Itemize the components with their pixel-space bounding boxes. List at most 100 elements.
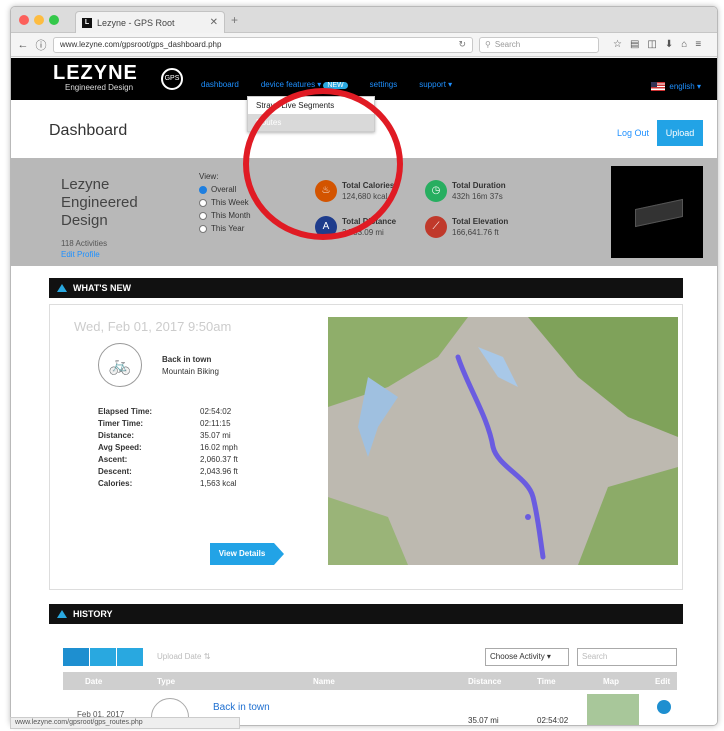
menu-device-features-label: device features ▾ <box>260 80 322 89</box>
stat-total-calories: ♨ Total Calories 124,680 kcal <box>315 180 394 202</box>
lezyne-logo[interactable]: LEZYNE Engineered Design <box>53 63 138 92</box>
history-title: HISTORY <box>73 609 113 619</box>
stat-value: 166,641.76 ft <box>452 228 499 237</box>
dropdown-item-routes[interactable]: Routes <box>248 114 374 131</box>
status-bar-url: www.lezyne.com/gpsroot/gps_routes.php <box>10 717 240 729</box>
choose-activity-select[interactable]: Choose Activity ▾ <box>485 648 569 666</box>
view-option-overall[interactable]: Overall <box>199 183 251 196</box>
reading-list-icon[interactable]: ▤ <box>630 39 639 50</box>
browser-search-field[interactable]: ⚲ Search <box>479 36 599 53</box>
stat-label: Total Distance <box>342 217 397 226</box>
radio-icon[interactable] <box>199 224 207 233</box>
upload-button[interactable]: Upload <box>657 120 703 146</box>
column-type[interactable]: Type <box>157 677 175 686</box>
download-icon[interactable]: ⬇ <box>665 39 673 50</box>
menu-dashboard[interactable]: dashboard <box>201 80 239 89</box>
browser-search-placeholder: Search <box>494 40 521 49</box>
reload-icon[interactable]: ↻ <box>458 39 466 50</box>
metric-row: Descent: 2,043.96 ft <box>98 467 238 479</box>
column-distance[interactable]: Distance <box>468 677 501 686</box>
history-search-input[interactable]: Search <box>577 648 677 666</box>
calendar-view-icon[interactable] <box>117 648 143 666</box>
stat-total-elevation: ⟋ Total Elevation 166,641.76 ft <box>425 216 508 238</box>
info-icon[interactable]: ⓘ <box>35 37 47 53</box>
grid-view-icon[interactable] <box>63 648 89 666</box>
metric-value: 02:54:02 <box>200 407 232 416</box>
menu-device-features[interactable]: device features ▾ NEW <box>261 80 348 89</box>
browser-window: L Lezyne - GPS Root ✕ + ← ⓘ www.lezyne.c… <box>10 6 718 726</box>
column-time[interactable]: Time <box>537 677 556 686</box>
list-view-icon[interactable] <box>90 648 116 666</box>
row-activity-name-link[interactable]: Back in town <box>213 702 270 713</box>
close-tab-icon[interactable]: ✕ <box>210 17 218 28</box>
activity-title: Back in town <box>162 355 212 364</box>
view-option-label: This Month <box>211 211 251 220</box>
main-menu: dashboard device features ▾ NEW settings … <box>201 80 452 89</box>
view-option-month[interactable]: This Month <box>199 209 251 222</box>
metric-value: 2,060.37 ft <box>200 455 238 464</box>
language-label: english ▾ <box>669 82 701 91</box>
radio-icon[interactable] <box>199 198 207 207</box>
back-icon[interactable]: ← <box>17 39 29 51</box>
close-window-button[interactable] <box>19 15 29 25</box>
elevation-icon: ⟋ <box>425 216 447 238</box>
radio-selected-icon[interactable] <box>199 185 207 194</box>
new-tab-button[interactable]: + <box>231 13 238 27</box>
edit-icon[interactable] <box>657 700 671 714</box>
brand-wordmark: LEZYNE <box>53 62 138 84</box>
view-option-week[interactable]: This Week <box>199 196 251 209</box>
row-time: 02:54:02 <box>537 716 569 725</box>
stat-label: Total Elevation <box>452 217 509 226</box>
web-page: LEZYNE Engineered Design GPS dashboard d… <box>11 58 717 725</box>
view-details-button[interactable]: View Details <box>210 543 284 565</box>
stat-value: 2,753.09 mi <box>342 228 384 237</box>
gps-root-badge: GPS <box>161 68 183 90</box>
window-controls <box>19 15 59 25</box>
metric-value: 1,563 kcal <box>200 479 237 488</box>
activity-route-map[interactable] <box>328 317 678 565</box>
menu-icon[interactable]: ≡ <box>695 39 701 50</box>
navigation-bar: ← ⓘ www.lezyne.com/gpsroot/gps_dashboard… <box>11 33 717 57</box>
us-flag-icon <box>651 82 666 91</box>
zoom-window-button[interactable] <box>49 15 59 25</box>
history-header: HISTORY <box>49 604 683 624</box>
row-distance: 35.07 mi <box>468 716 499 725</box>
row-map-thumbnail[interactable] <box>587 694 639 725</box>
language-selector[interactable]: english ▾ <box>651 82 701 91</box>
metric-value: 35.07 mi <box>200 431 231 440</box>
brand-tagline: Engineered Design <box>65 83 134 92</box>
toolbar-icons: ☆ ▤ ◫ ⬇ ⌂ ≡ <box>613 39 701 50</box>
gps-device-image <box>611 166 703 258</box>
page-title: Dashboard <box>49 122 128 139</box>
metric-label: Ascent: <box>98 455 128 464</box>
history-table-header: Date Type Name Distance Time Map Edit <box>63 672 677 690</box>
address-bar[interactable]: www.lezyne.com/gpsroot/gps_dashboard.php… <box>53 36 473 53</box>
browser-tab[interactable]: L Lezyne - GPS Root ✕ <box>75 11 225 33</box>
logout-link[interactable]: Log Out <box>617 128 649 138</box>
column-date[interactable]: Date <box>85 677 102 686</box>
upload-date-sort[interactable]: Upload Date ⇅ <box>157 652 210 661</box>
search-icon: ⚲ <box>485 40 491 49</box>
pocket-icon[interactable]: ◫ <box>647 39 656 50</box>
view-option-year[interactable]: This Year <box>199 222 251 235</box>
radio-icon[interactable] <box>199 211 207 220</box>
dropdown-item-strava-live-segments[interactable]: Strava Live Segments <box>248 97 374 114</box>
edit-profile-link[interactable]: Edit Profile <box>61 250 100 259</box>
activity-metrics: Elapsed Time: 02:54:02 Timer Time: 02:11:1… <box>98 407 238 491</box>
device-features-dropdown: Strava Live Segments Routes <box>247 96 375 132</box>
metric-label: Calories: <box>98 479 133 488</box>
stat-total-duration: ◷ Total Duration 432h 16m 37s <box>425 180 506 202</box>
site-header: LEZYNE Engineered Design GPS dashboard d… <box>11 58 717 100</box>
bookmark-star-icon[interactable]: ☆ <box>613 39 622 50</box>
minimize-window-button[interactable] <box>34 15 44 25</box>
menu-support[interactable]: support ▾ <box>419 80 452 89</box>
view-filter: View: Overall This Week This Month This … <box>199 172 251 235</box>
whats-new-header: WHAT'S NEW <box>49 278 683 298</box>
column-name[interactable]: Name <box>313 677 335 686</box>
stat-label: Total Calories <box>342 181 395 190</box>
home-icon[interactable]: ⌂ <box>681 39 687 50</box>
activity-count: 118 Activities <box>61 239 108 248</box>
column-map: Map <box>603 676 619 686</box>
metric-row: Ascent: 2,060.37 ft <box>98 455 238 467</box>
menu-settings[interactable]: settings <box>370 80 398 89</box>
